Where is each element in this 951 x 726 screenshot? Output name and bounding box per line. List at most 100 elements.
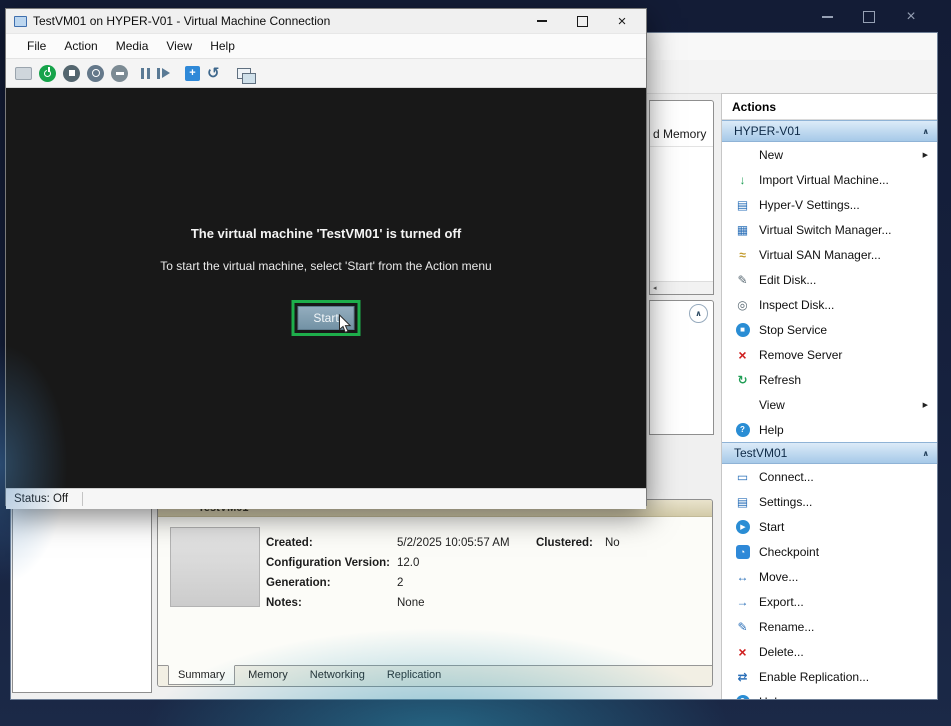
notes-label: Notes: (266, 597, 302, 613)
action-label: Start (759, 520, 784, 534)
vm-minimize-button[interactable] (522, 9, 562, 33)
action-label: New (759, 148, 783, 162)
menu-media[interactable]: Media (107, 39, 158, 53)
rename-icon: ✎ (734, 618, 751, 635)
menu-help[interactable]: Help (201, 39, 244, 53)
menu-file[interactable]: File (18, 39, 55, 53)
tab-memory[interactable]: Memory (239, 666, 297, 684)
minimize-icon (537, 20, 547, 22)
action-virtual-san-manager[interactable]: ≈ Virtual SAN Manager... (722, 242, 937, 267)
action-label: Export... (759, 595, 804, 609)
action-stop-service[interactable]: ■ Stop Service (722, 317, 937, 342)
import-vm-icon: ↓ (734, 171, 751, 188)
submenu-arrow-icon: ▶ (923, 151, 928, 159)
action-connect[interactable]: ▭ Connect... (722, 464, 937, 489)
action-label: Hyper-V Settings... (759, 198, 860, 212)
collapse-chevron-icon: ∧ (923, 449, 930, 458)
action-enable-replication[interactable]: ⇄ Enable Replication... (722, 664, 937, 689)
group-header-label: TestVM01 (734, 446, 787, 460)
action-import-virtual-machine[interactable]: ↓ Import Virtual Machine... (722, 167, 937, 192)
move-icon: ↔ (734, 568, 751, 585)
start-icon: ▶ (736, 520, 750, 534)
revert-icon: ↺ (207, 64, 220, 82)
tab-networking[interactable]: Networking (301, 666, 374, 684)
actions-group-header-testvm01[interactable]: TestVM01 ∧ (722, 442, 937, 464)
clustered-value: No (605, 537, 620, 553)
action-checkpoint[interactable]: ◔ Checkpoint (722, 539, 937, 564)
edit-disk-icon: ✎ (734, 271, 751, 288)
checkpoints-pane-fragment: ∧ (649, 300, 714, 435)
submenu-arrow-icon: ▶ (923, 401, 928, 409)
action-vm-settings[interactable]: ▤ Settings... (722, 489, 937, 514)
stop-service-icon: ■ (736, 323, 750, 337)
tab-summary[interactable]: Summary (168, 665, 235, 685)
menu-view[interactable]: View (157, 39, 201, 53)
delete-icon: × (734, 643, 751, 660)
manager-maximize-button[interactable] (848, 5, 890, 29)
vm-maximize-button[interactable] (562, 9, 602, 33)
action-inspect-disk[interactable]: ◎ Inspect Disk... (722, 292, 937, 317)
action-hyperv-settings[interactable]: ▤ Hyper-V Settings... (722, 192, 937, 217)
step-play-icon (157, 68, 170, 79)
action-label: View (759, 398, 785, 412)
pause-button[interactable] (135, 63, 150, 83)
vm-viewport: The virtual machine 'TestVM01' is turned… (6, 88, 646, 488)
action-move[interactable]: ↔ Move... (722, 564, 937, 589)
action-start[interactable]: ▶ Start (722, 514, 937, 539)
action-label: Move... (759, 570, 798, 584)
vm-details-pane: TestVM01 Created: 5/2/2025 10:05:57 AM C… (157, 499, 713, 687)
action-label: Import Virtual Machine... (759, 173, 889, 187)
power-on-button[interactable] (39, 63, 56, 83)
assigned-memory-column-header[interactable]: d Memory (650, 101, 713, 147)
checkpoint-button[interactable]: + (177, 63, 200, 83)
manager-minimize-button[interactable] (806, 5, 848, 29)
action-label: Rename... (759, 620, 814, 634)
virtual-switch-icon: ▦ (734, 221, 751, 238)
group-header-label: HYPER-V01 (734, 124, 801, 138)
save-state-button[interactable] (111, 63, 128, 83)
refresh-icon: ↻ (734, 371, 751, 388)
horizontal-scrollbar[interactable]: ◂ (650, 281, 713, 294)
vm-menubar: File Action Media View Help (6, 33, 646, 58)
blank-icon (734, 396, 751, 413)
vm-status-text: Status: Off (14, 493, 68, 505)
vm-close-button[interactable]: × (602, 9, 642, 33)
shut-down-button[interactable] (87, 63, 104, 83)
resume-step-button[interactable] (157, 63, 170, 83)
action-label: Enable Replication... (759, 670, 869, 684)
action-refresh[interactable]: ↻ Refresh (722, 367, 937, 392)
virtual-san-icon: ≈ (734, 246, 751, 263)
action-export[interactable]: → Export... (722, 589, 937, 614)
enhanced-session-button[interactable] (227, 63, 255, 83)
action-help-vm[interactable]: ? Help (722, 689, 937, 699)
details-body: Created: 5/2/2025 10:05:57 AM Clustered:… (158, 517, 712, 687)
action-delete[interactable]: × Delete... (722, 639, 937, 664)
action-new[interactable]: New ▶ (722, 142, 937, 167)
hyperv-settings-icon: ▤ (734, 196, 751, 213)
vm-window-titlebar[interactable]: TestVM01 on HYPER-V01 - Virtual Machine … (6, 9, 646, 33)
vm-off-message: The virtual machine 'TestVM01' is turned… (6, 226, 646, 241)
action-edit-disk[interactable]: ✎ Edit Disk... (722, 267, 937, 292)
vm-settings-icon: ▤ (734, 493, 751, 510)
turn-off-button[interactable] (63, 63, 80, 83)
vm-connection-window: TestVM01 on HYPER-V01 - Virtual Machine … (5, 8, 647, 506)
scroll-left-arrow-icon[interactable]: ◂ (653, 284, 657, 292)
action-label: Refresh (759, 373, 801, 387)
generation-label: Generation: (266, 577, 331, 593)
close-icon: × (618, 13, 627, 30)
tab-replication[interactable]: Replication (378, 666, 450, 684)
action-rename[interactable]: ✎ Rename... (722, 614, 937, 639)
save-icon (111, 65, 128, 82)
revert-button[interactable]: ↺ (207, 63, 220, 83)
stop-icon (63, 65, 80, 82)
action-view[interactable]: View ▶ (722, 392, 937, 417)
created-label: Created: (266, 537, 313, 553)
manager-close-button[interactable]: × (890, 5, 932, 29)
pane-collapse-button[interactable]: ∧ (689, 304, 708, 323)
action-virtual-switch-manager[interactable]: ▦ Virtual Switch Manager... (722, 217, 937, 242)
ctrl-alt-del-button[interactable] (15, 63, 32, 83)
action-remove-server[interactable]: × Remove Server (722, 342, 937, 367)
action-help-server[interactable]: ? Help (722, 417, 937, 442)
actions-group-header-hyperv01[interactable]: HYPER-V01 ∧ (722, 120, 937, 142)
menu-action[interactable]: Action (55, 39, 106, 53)
